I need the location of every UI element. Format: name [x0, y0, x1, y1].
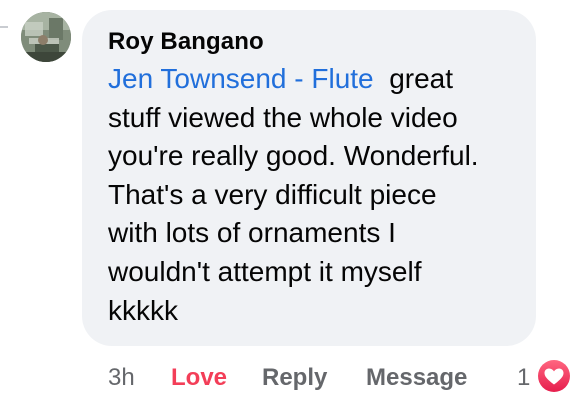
comment-line-2: you're really good. Wonderful. [108, 140, 479, 172]
reply-button[interactable]: Reply [262, 360, 327, 396]
avatar[interactable] [21, 12, 71, 62]
comment-author-name[interactable]: Roy Bangano [108, 28, 264, 56]
message-button[interactable]: Message [366, 360, 467, 396]
love-button[interactable]: Love [171, 360, 227, 396]
comment-line-1: stuff viewed the whole video [108, 101, 458, 133]
comment-text: Jen Townsend - Flute great stuff viewed … [108, 60, 528, 330]
love-reaction-badge[interactable] [536, 358, 572, 394]
comment-line-0: great [389, 63, 454, 94]
profile-photo-icon [21, 12, 71, 62]
comment-line-6: kkkkk [108, 294, 178, 326]
reaction-count[interactable]: 1 [517, 360, 530, 396]
comment-line-4: with lots of ornaments I [108, 217, 396, 249]
comment-line-3: That's a very difficult piece [108, 178, 437, 210]
comment-line-5: wouldn't attempt it myself [108, 255, 422, 287]
mention-link[interactable]: Jen Townsend - Flute [108, 63, 374, 94]
thread-connector-line [0, 26, 8, 28]
comment-thread: Roy Bangano Jen Townsend - Flute great s… [0, 0, 588, 409]
comment-timestamp[interactable]: 3h [108, 360, 135, 396]
comment-first-line: Jen Townsend - Flute great [108, 60, 528, 99]
heart-icon [544, 368, 564, 385]
